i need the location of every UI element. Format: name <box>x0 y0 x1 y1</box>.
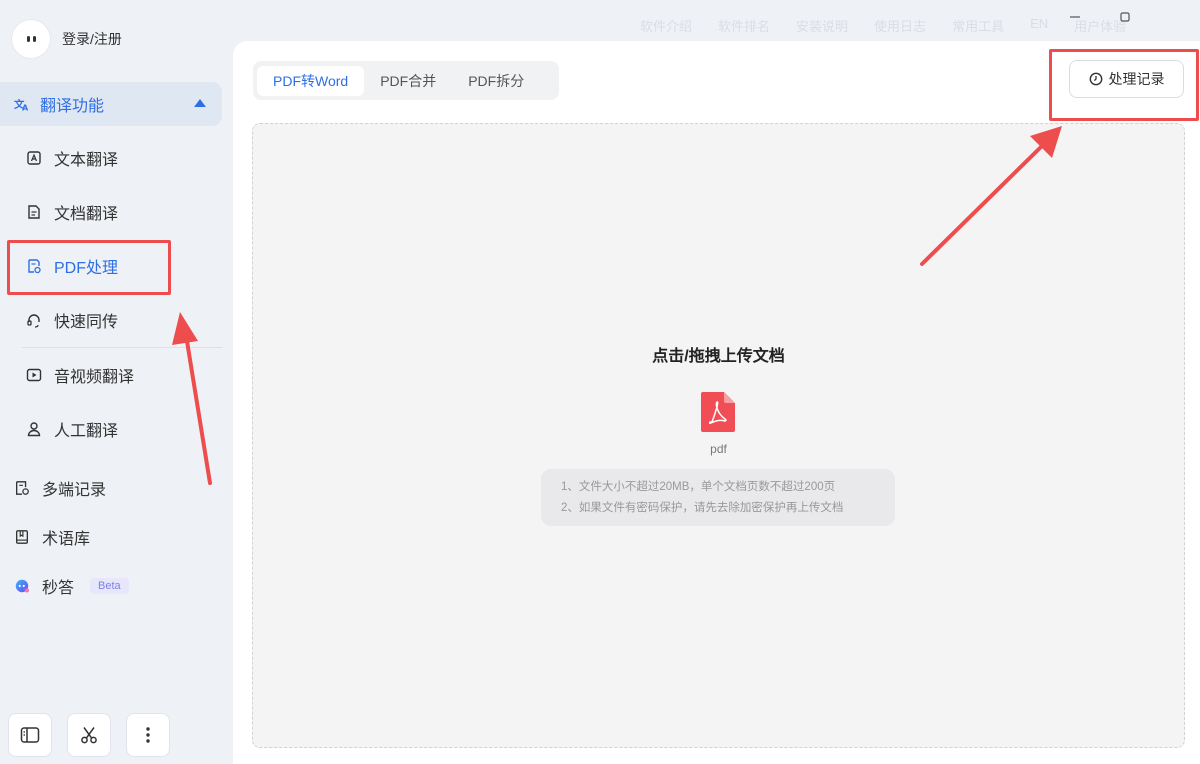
headset-icon <box>26 312 42 328</box>
svg-text:A: A <box>22 103 29 112</box>
file-type-label: pdf <box>710 442 727 456</box>
sidebar-divider <box>22 347 222 348</box>
close-button[interactable] <box>1150 6 1200 28</box>
sidebar-item-glossary[interactable]: 术语库 <box>14 519 90 555</box>
sidebar-item-label: 人工翻译 <box>54 423 119 440</box>
sidebar-item-label: 多端记录 <box>42 482 107 499</box>
sidebar-item-label: 快速同传 <box>54 314 119 331</box>
sidebar-group-label: 翻译功能 <box>40 98 105 115</box>
maximize-button[interactable] <box>1100 6 1150 28</box>
maximize-icon <box>1120 12 1130 22</box>
tab-pdf-split[interactable]: PDF拆分 <box>452 66 540 96</box>
sidebar-bottom-toolbar <box>8 713 170 757</box>
sidebar-item-label: 文档翻译 <box>54 206 119 223</box>
sidebar-item-quick-answer[interactable]: 秒答 Beta <box>14 568 129 604</box>
upload-note: 1、文件大小不超过20MB，单个文档页数不超过200页 <box>561 481 836 493</box>
background-nav-item: 使用日志 <box>874 19 927 34</box>
person-icon <box>26 421 42 437</box>
user-login[interactable]: 登录/注册 <box>12 20 122 58</box>
records-icon <box>14 480 30 496</box>
screenshot-button[interactable] <box>67 713 111 757</box>
more-vertical-icon <box>146 727 150 743</box>
background-nav-item: 常用工具 <box>952 19 1005 34</box>
sidebar-item-records[interactable]: 多端记录 <box>14 470 106 506</box>
minimize-button[interactable] <box>1050 6 1100 28</box>
sidebar-item-label: 文本翻译 <box>54 152 119 169</box>
sidebar: 登录/注册 文A 翻译功能 文本翻译 文档翻译 PDF处理 快速同传 音视频翻译… <box>0 0 232 764</box>
sidebar-item-human-translate[interactable]: 人工翻译 <box>26 411 118 447</box>
scissors-icon <box>81 727 97 744</box>
upload-note: 2、如果文件有密码保护，请先去除加密保护再上传文档 <box>561 502 844 514</box>
toggle-sidebar-button[interactable] <box>8 713 52 757</box>
text-icon <box>26 150 42 166</box>
upload-notes: 1、文件大小不超过20MB，单个文档页数不超过200页 2、如果文件有密码保护，… <box>541 469 895 526</box>
ai-icon <box>14 578 30 594</box>
highlight-box-pdf <box>7 240 171 295</box>
sidebar-item-simultaneous[interactable]: 快速同传 <box>26 302 118 338</box>
upload-title: 点击/拖拽上传文档 <box>652 348 785 365</box>
book-icon <box>14 529 30 545</box>
pdf-file-icon <box>701 392 735 432</box>
background-nav-item: 软件排名 <box>718 19 771 34</box>
sidebar-item-label: 术语库 <box>42 531 91 548</box>
beta-badge: Beta <box>90 578 129 594</box>
pdf-tabs: PDF转Word PDF合并 PDF拆分 <box>253 61 559 100</box>
more-button[interactable] <box>126 713 170 757</box>
sidebar-group-translate[interactable]: 文A 翻译功能 <box>0 82 222 126</box>
sidebar-toggle-icon <box>20 727 40 743</box>
sidebar-item-av-translate[interactable]: 音视频翻译 <box>26 357 134 393</box>
background-nav-item: 软件介绍 <box>640 19 693 34</box>
translate-icon: 文A <box>14 96 30 112</box>
tab-pdf-to-word[interactable]: PDF转Word <box>257 65 365 96</box>
main-panel: PDF转Word PDF合并 PDF拆分 处理记录 点击/拖拽上传文档 pdf … <box>233 41 1200 764</box>
login-label: 登录/注册 <box>62 31 122 47</box>
document-icon <box>26 204 42 220</box>
highlight-box-history <box>1049 49 1199 121</box>
minimize-icon <box>1070 16 1080 18</box>
sidebar-item-text-translate[interactable]: 文本翻译 <box>26 140 118 176</box>
sidebar-item-label: 音视频翻译 <box>54 369 135 386</box>
tab-pdf-merge[interactable]: PDF合并 <box>364 66 452 96</box>
upload-drop-zone[interactable]: 点击/拖拽上传文档 pdf 1、文件大小不超过20MB，单个文档页数不超过200… <box>252 123 1185 748</box>
background-nav-item: 安装说明 <box>796 19 849 34</box>
avatar <box>12 20 50 58</box>
sidebar-item-label: 秒答 <box>42 580 75 597</box>
background-nav-item: EN <box>1030 16 1049 31</box>
chevron-up-icon <box>194 99 206 107</box>
window-controls <box>1050 6 1200 28</box>
sidebar-item-doc-translate[interactable]: 文档翻译 <box>26 194 118 230</box>
video-icon <box>26 367 42 383</box>
